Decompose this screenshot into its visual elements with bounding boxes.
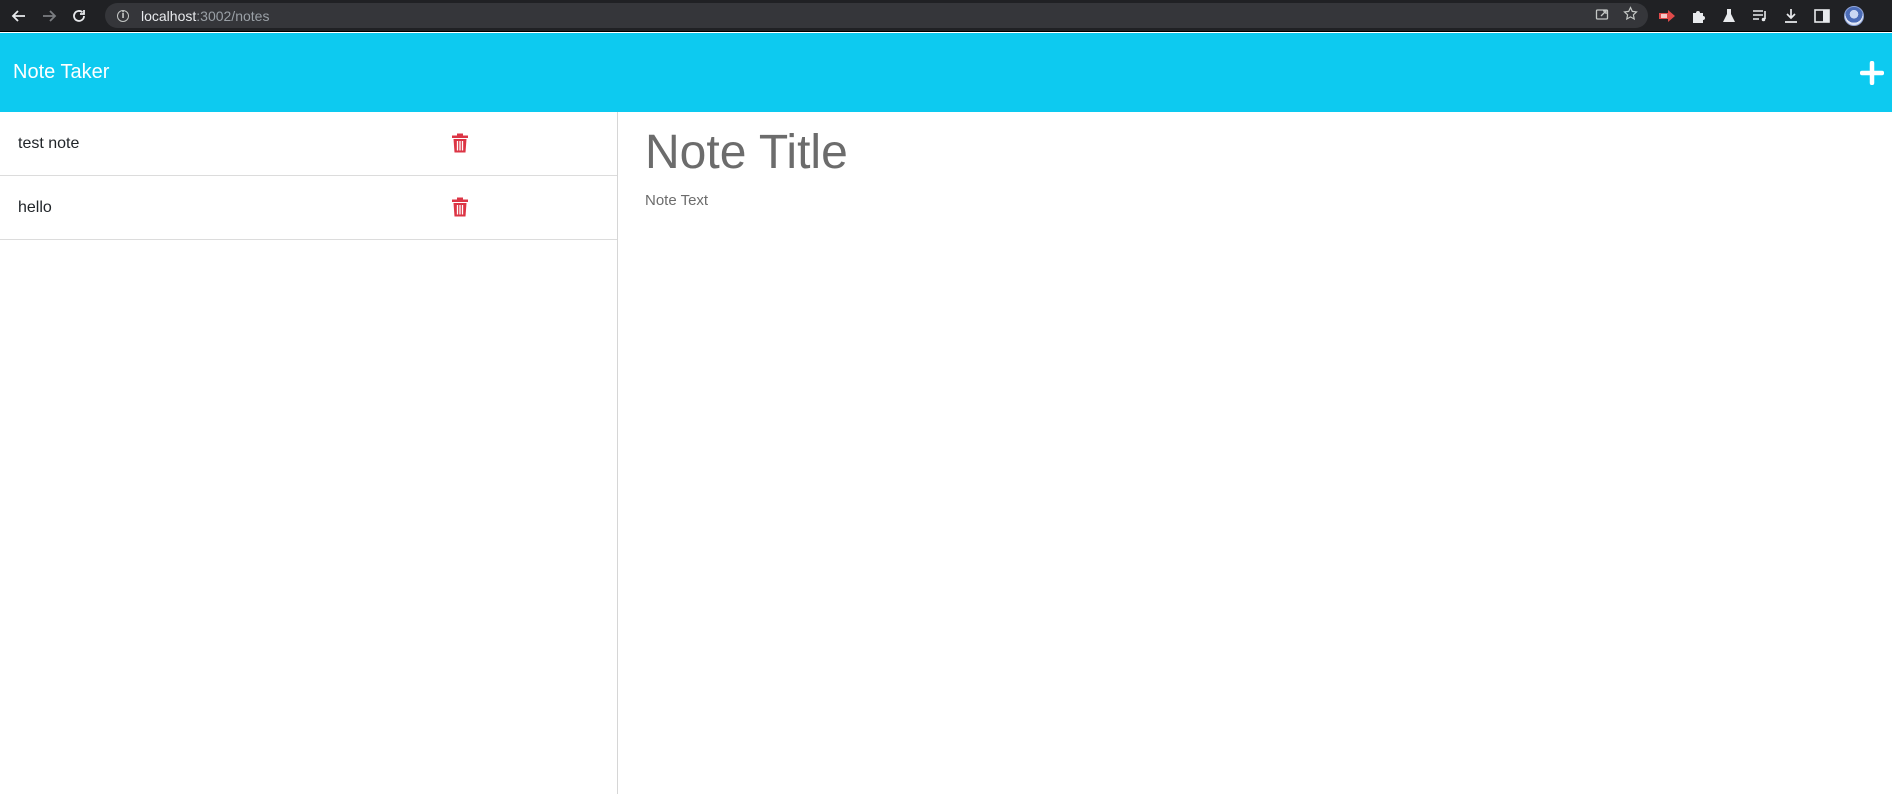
note-item-title[interactable]: hello: [18, 176, 52, 240]
reload-icon[interactable]: [68, 5, 90, 27]
back-arrow-icon[interactable]: [8, 5, 30, 27]
flask-icon[interactable]: [1720, 7, 1738, 25]
info-icon[interactable]: i: [117, 9, 129, 22]
url-text[interactable]: localhost:3002/notes: [141, 8, 269, 24]
list-item[interactable]: hello: [0, 176, 617, 240]
brand-title[interactable]: Note Taker: [13, 33, 109, 112]
puzzle-icon[interactable]: [1689, 7, 1707, 25]
note-list: test note hello: [0, 112, 617, 240]
note-text-input[interactable]: [645, 192, 1845, 752]
star-icon[interactable]: [1623, 6, 1638, 25]
note-item-title[interactable]: test note: [18, 112, 79, 176]
profile-avatar[interactable]: [1844, 6, 1864, 26]
forward-arrow-icon[interactable]: [38, 5, 60, 27]
share-icon[interactable]: [1595, 7, 1609, 25]
list-item[interactable]: test note: [0, 112, 617, 176]
new-note-button[interactable]: [1854, 55, 1890, 91]
note-editor: [619, 112, 1892, 794]
plus-icon: [1860, 61, 1884, 85]
address-bar[interactable]: i localhost:3002/notes: [105, 3, 1648, 28]
trash-icon[interactable]: [451, 197, 471, 219]
app-header: Note Taker: [0, 33, 1892, 112]
trash-icon[interactable]: [451, 133, 471, 155]
browser-toolbar: i localhost:3002/notes: [0, 0, 1892, 32]
download-icon[interactable]: [1782, 7, 1800, 25]
note-title-input[interactable]: [645, 122, 1845, 182]
red-extension-icon[interactable]: [1658, 7, 1676, 25]
side-panel-icon[interactable]: [1813, 7, 1831, 25]
media-queue-icon[interactable]: [1751, 7, 1769, 25]
note-list-panel: test note hello: [0, 112, 618, 794]
